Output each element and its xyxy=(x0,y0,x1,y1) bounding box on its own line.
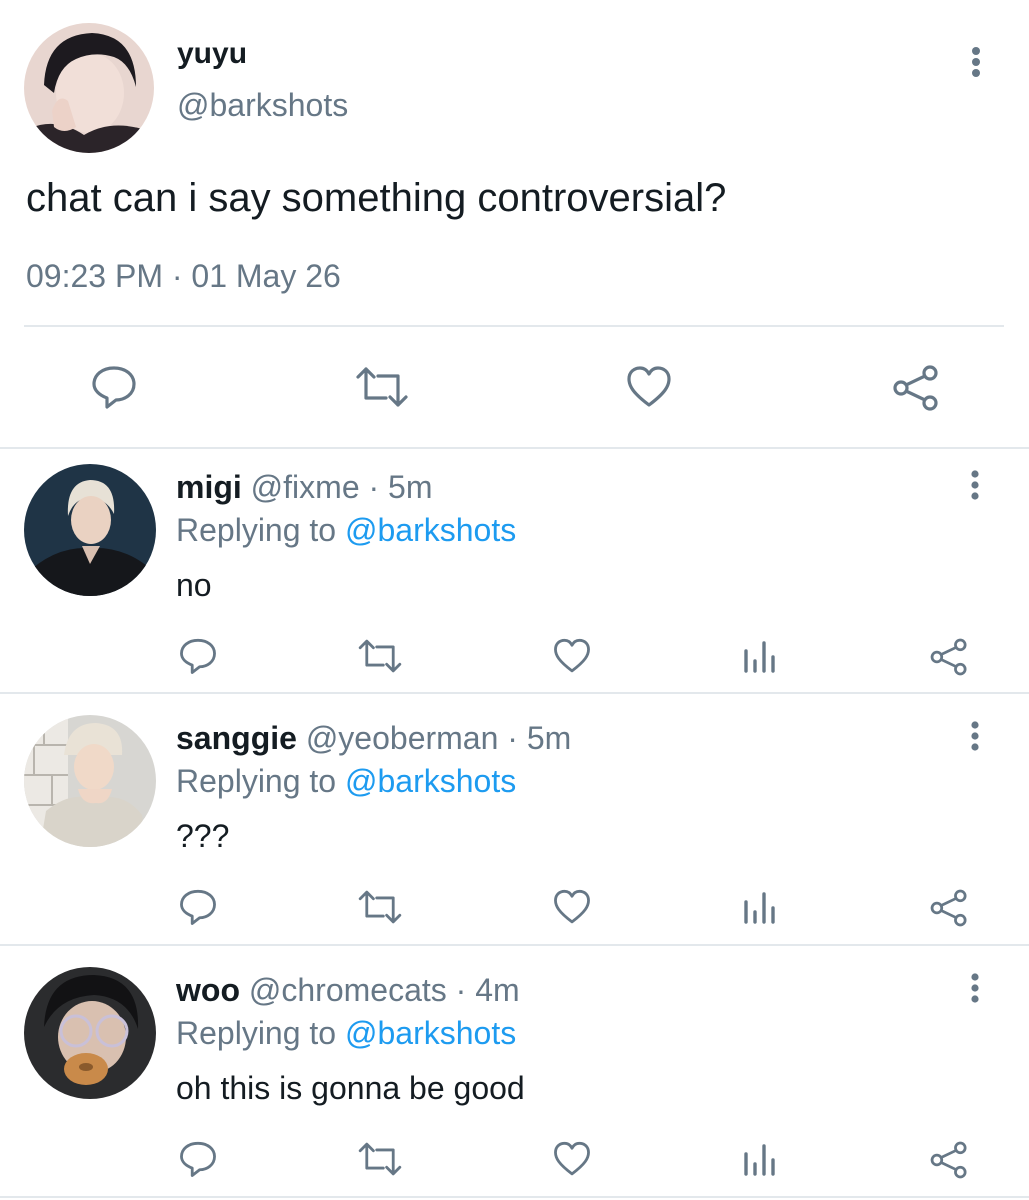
share-icon[interactable] xyxy=(928,888,970,928)
author-handle[interactable]: @chromecats xyxy=(249,972,447,1008)
reply-text: oh this is gonna be good xyxy=(176,1070,525,1106)
reply-icon[interactable] xyxy=(178,637,218,675)
retweet-icon[interactable] xyxy=(356,888,404,926)
tweet-text: chat can i say something controversial? xyxy=(26,176,727,220)
reply-icon[interactable] xyxy=(90,364,138,410)
like-icon[interactable] xyxy=(625,364,673,410)
reply-tweet: woo @chromecats · 4m Replying to @barksh… xyxy=(0,952,1029,1200)
stats-icon[interactable] xyxy=(742,637,778,675)
avatar[interactable] xyxy=(24,715,156,847)
stats-icon[interactable] xyxy=(742,1140,778,1178)
share-icon[interactable] xyxy=(928,637,970,677)
stats-icon[interactable] xyxy=(742,888,778,926)
reply-time: · 5m xyxy=(507,720,572,756)
reply-time: · 4m xyxy=(455,972,520,1008)
reply-icon[interactable] xyxy=(178,888,218,926)
share-icon[interactable] xyxy=(890,364,942,412)
author-name[interactable]: migi xyxy=(176,469,242,505)
reply-tweet: migi @fixme · 5m Replying to @barkshots … xyxy=(0,449,1029,701)
divider xyxy=(0,1196,1029,1198)
reply-time: · 5m xyxy=(368,469,433,505)
divider xyxy=(24,325,1004,327)
reply-tweet: sanggie @yeoberman · 5m Replying to @bar… xyxy=(0,700,1029,952)
author-name[interactable]: sanggie xyxy=(176,720,297,756)
author-name[interactable]: woo xyxy=(176,972,240,1008)
reply-text: ??? xyxy=(176,818,230,854)
share-icon[interactable] xyxy=(928,1140,970,1180)
retweet-icon[interactable] xyxy=(356,637,404,675)
mention-link[interactable]: @barkshots xyxy=(345,1015,516,1051)
avatar[interactable] xyxy=(24,967,156,1099)
retweet-icon[interactable] xyxy=(354,364,410,410)
more-options-icon[interactable] xyxy=(962,972,988,1006)
reply-text: no xyxy=(176,567,212,603)
replying-to: Replying to @barkshots xyxy=(176,1015,516,1052)
author-handle[interactable]: @barkshots xyxy=(177,87,348,124)
more-options-icon[interactable] xyxy=(962,469,988,503)
replying-to: Replying to @barkshots xyxy=(176,763,516,800)
like-icon[interactable] xyxy=(552,888,592,926)
replying-label: Replying to xyxy=(176,763,337,799)
reply-header: sanggie @yeoberman · 5m xyxy=(176,720,571,757)
divider xyxy=(0,944,1029,946)
retweet-icon[interactable] xyxy=(356,1140,404,1178)
divider xyxy=(0,692,1029,694)
replying-label: Replying to xyxy=(176,1015,337,1051)
more-options-icon[interactable] xyxy=(962,720,988,754)
author-handle[interactable]: @fixme xyxy=(251,469,360,505)
like-icon[interactable] xyxy=(552,637,592,675)
more-options-icon[interactable] xyxy=(961,45,991,81)
author-handle[interactable]: @yeoberman xyxy=(306,720,499,756)
avatar[interactable] xyxy=(24,464,156,596)
avatar[interactable] xyxy=(24,23,154,153)
reply-icon[interactable] xyxy=(178,1140,218,1178)
replying-label: Replying to xyxy=(176,512,337,548)
main-tweet: yuyu @barkshots chat can i say something… xyxy=(0,0,1029,448)
mention-link[interactable]: @barkshots xyxy=(345,512,516,548)
author-name[interactable]: yuyu xyxy=(177,37,247,71)
tweet-timestamp: 09:23 PM · 01 May 26 xyxy=(26,258,341,294)
reply-header: migi @fixme · 5m xyxy=(176,469,433,506)
reply-header: woo @chromecats · 4m xyxy=(176,972,520,1009)
like-icon[interactable] xyxy=(552,1140,592,1178)
mention-link[interactable]: @barkshots xyxy=(345,763,516,799)
replying-to: Replying to @barkshots xyxy=(176,512,516,549)
